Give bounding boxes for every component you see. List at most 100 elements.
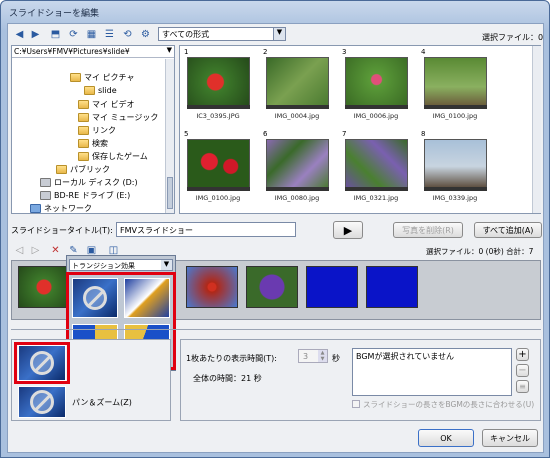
list-view-icon[interactable]: ☰ bbox=[102, 27, 117, 42]
tree-item-label: マイ ピクチャ bbox=[84, 73, 135, 82]
tree-scrollbar[interactable] bbox=[165, 59, 174, 213]
thumbnail-caption: IMG_0339.jpg bbox=[432, 194, 478, 202]
play-button[interactable]: ▶ bbox=[333, 221, 363, 239]
divider bbox=[11, 329, 541, 330]
refresh-icon[interactable]: ⟳ bbox=[66, 27, 81, 42]
thumbnail-number: 4 bbox=[421, 48, 426, 56]
rotate-icon[interactable]: ⟲ bbox=[120, 27, 135, 42]
transition-none[interactable] bbox=[72, 278, 118, 318]
thumbnail-bar bbox=[345, 187, 408, 191]
thumbnail-item[interactable]: 8 IMG_0339.jpg bbox=[419, 130, 491, 210]
transition-selected[interactable] bbox=[18, 345, 66, 381]
window-client: ◀ ▶ ⬒ ⟳ ▦ ☰ ⟲ ⚙ すべての形式 ▼ 選択ファイル：0 C:¥Use… bbox=[7, 23, 544, 453]
tree-item-public[interactable]: パブリック bbox=[56, 164, 110, 175]
folder-up-icon[interactable]: ⬒ bbox=[48, 27, 63, 42]
slideshow-title-input[interactable]: FMVスライドショー bbox=[116, 222, 296, 237]
slide-item[interactable] bbox=[186, 266, 238, 308]
slide-item[interactable] bbox=[366, 266, 418, 308]
tree-item-label: マイ ビデオ bbox=[92, 100, 135, 109]
thumbnail-caption: IMG_0006.jpg bbox=[353, 112, 399, 120]
thumbnail-caption: IMG_0080.jpg bbox=[274, 194, 320, 202]
chevron-down-icon: ▼ bbox=[273, 28, 285, 40]
add-all-button[interactable]: すべて追加(A) bbox=[474, 222, 542, 238]
folder-icon bbox=[70, 73, 81, 82]
thumbnail-number: 5 bbox=[184, 130, 189, 138]
tree-item-label: 検索 bbox=[92, 139, 108, 148]
tree-item-label: 保存したゲーム bbox=[92, 152, 148, 161]
thumbnail-caption: IC3_0395.JPG bbox=[196, 112, 240, 120]
path-value: C:¥Users¥FMV¥Pictures¥slide¥ bbox=[14, 47, 130, 56]
tree-item-links[interactable]: リンク bbox=[78, 125, 116, 136]
move-left-icon[interactable]: ◁ bbox=[12, 243, 27, 258]
thumbnail-item[interactable]: 1 IC3_0395.JPG bbox=[182, 48, 254, 128]
per-image-time-label: 1枚あたりの表示時間(T): bbox=[186, 354, 277, 363]
thumbnail-image bbox=[187, 139, 250, 189]
list-icon: ≡ bbox=[519, 382, 526, 391]
bgm-list[interactable]: BGMが選択されていません bbox=[352, 348, 512, 396]
tree-item-search[interactable]: 検索 bbox=[78, 138, 108, 149]
tree-item-label: ローカル ディスク (D:) bbox=[54, 178, 138, 187]
fit-bgm-checkbox[interactable] bbox=[352, 400, 360, 408]
thumbnail-bar bbox=[266, 105, 329, 109]
transition-select[interactable]: トランジション効果 ▼ bbox=[69, 259, 173, 271]
cancel-button[interactable]: キャンセル bbox=[482, 429, 538, 447]
minus-icon: − bbox=[518, 365, 527, 376]
slide-item[interactable] bbox=[246, 266, 298, 308]
path-combo[interactable]: C:¥Users¥FMV¥Pictures¥slide¥ ▼ bbox=[12, 46, 174, 58]
settings-icon[interactable]: ⚙ bbox=[138, 27, 153, 42]
network-icon bbox=[30, 204, 41, 213]
tree-item-slide[interactable]: slide bbox=[84, 86, 117, 95]
thumbnail-image bbox=[266, 57, 329, 107]
remove-photo-button[interactable]: 写真を削除(R) bbox=[393, 222, 463, 238]
transition-select-value: トランジション効果 bbox=[72, 262, 135, 270]
thumbnail-number: 1 bbox=[184, 48, 189, 56]
thumbnail-item[interactable]: 2 IMG_0004.jpg bbox=[261, 48, 333, 128]
delete-icon[interactable]: ✕ bbox=[48, 243, 63, 258]
tree-item-label: リンク bbox=[92, 126, 116, 135]
format-select[interactable]: すべての形式 ▼ bbox=[158, 27, 286, 41]
thumbnail-item[interactable]: 6 IMG_0080.jpg bbox=[261, 130, 333, 210]
folder-icon bbox=[78, 139, 89, 148]
chevron-down-icon: ▼ bbox=[161, 260, 172, 270]
tree-item-network[interactable]: ネットワーク bbox=[30, 203, 92, 214]
add-bgm-button[interactable]: + bbox=[516, 348, 529, 361]
none-icon bbox=[30, 390, 54, 414]
disc-drive-icon bbox=[40, 191, 51, 200]
thumbnail-caption: IMG_0100.jpg bbox=[195, 194, 241, 202]
tree-item-saved-games[interactable]: 保存したゲーム bbox=[78, 151, 148, 162]
back-icon[interactable]: ◀ bbox=[12, 27, 27, 42]
tree-item-local-disk-d[interactable]: ローカル ディスク (D:) bbox=[40, 177, 138, 188]
tree-item-my-pictures[interactable]: マイ ピクチャ bbox=[70, 72, 134, 83]
thumbnail-scrollbar[interactable] bbox=[532, 46, 541, 213]
slideshow-title-value: FMVスライドショー bbox=[120, 226, 193, 235]
forward-icon[interactable]: ▶ bbox=[28, 27, 43, 42]
slide-item[interactable] bbox=[306, 266, 358, 308]
ok-button[interactable]: OK bbox=[418, 429, 474, 447]
thumbnail-item[interactable]: 5 IMG_0100.jpg bbox=[182, 130, 254, 210]
pan-zoom-effect[interactable] bbox=[18, 386, 66, 418]
chevron-down-icon: ▼ bbox=[166, 46, 172, 54]
bgm-order-button[interactable]: ≡ bbox=[516, 380, 529, 393]
spin-arrows-icon: ▲ ▼ bbox=[318, 350, 327, 362]
tree-item-label: slide bbox=[98, 86, 117, 95]
per-image-time-stepper[interactable]: 3 ▲ ▼ bbox=[298, 349, 328, 363]
thumbnail-item[interactable]: 4 IMG_0100.jpg bbox=[419, 48, 491, 128]
thumbnail-panel: 1 IC3_0395.JPG 2 IMG_0004.jpg 3 IMG_0006.jp… bbox=[179, 45, 541, 214]
remove-bgm-button[interactable]: − bbox=[516, 364, 529, 377]
thumbnail-bar bbox=[345, 105, 408, 109]
transition-option[interactable] bbox=[124, 278, 170, 318]
disk-icon bbox=[40, 178, 51, 187]
thumbnail-item[interactable]: 3 IMG_0006.jpg bbox=[340, 48, 412, 128]
none-icon bbox=[30, 351, 54, 375]
tree-item-my-video[interactable]: マイ ビデオ bbox=[78, 99, 135, 110]
folder-tree-panel: C:¥Users¥FMV¥Pictures¥slide¥ ▼ マイ ピクチャ s… bbox=[11, 45, 175, 214]
tree-item-label: パブリック bbox=[70, 165, 110, 174]
scrollbar-thumb[interactable] bbox=[167, 177, 173, 209]
thumbnail-item[interactable]: 7 IMG_0321.jpg bbox=[340, 130, 412, 210]
move-right-icon[interactable]: ▷ bbox=[28, 243, 43, 258]
tree-item-bd-re-drive-e[interactable]: BD-RE ドライブ (E:) bbox=[40, 190, 130, 201]
tree-item-my-music[interactable]: マイ ミュージック bbox=[78, 112, 158, 123]
pan-zoom-label: パン＆ズーム(Z) bbox=[72, 398, 132, 407]
slide-item[interactable] bbox=[18, 266, 70, 308]
thumbnail-view-icon[interactable]: ▦ bbox=[84, 27, 99, 42]
